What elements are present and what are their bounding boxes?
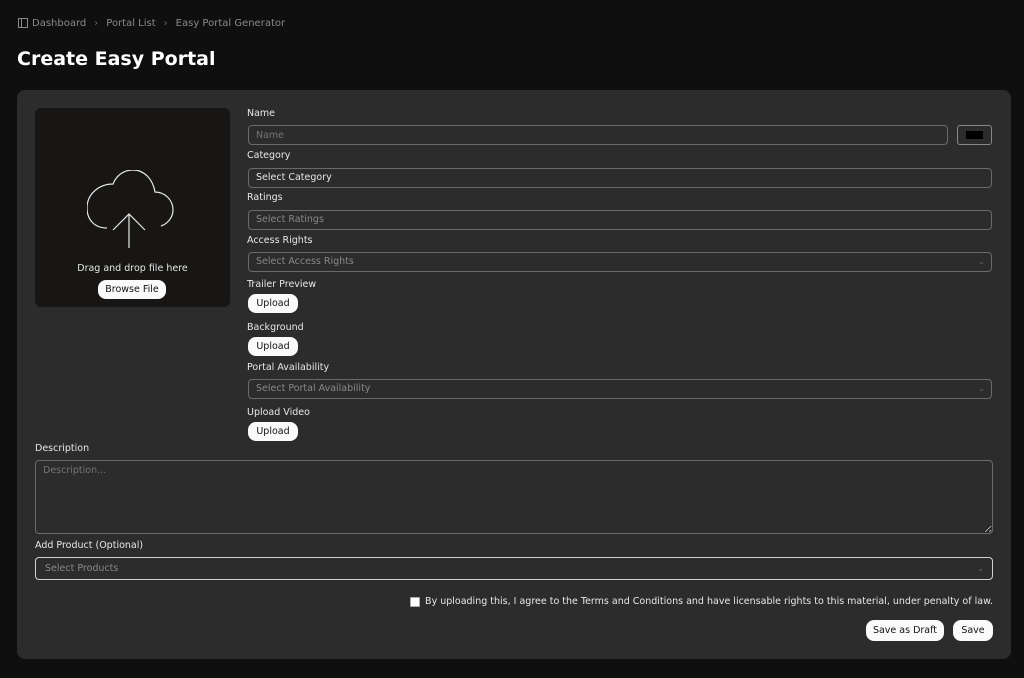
save-button[interactable]: Save — [953, 620, 993, 641]
background-label: Background — [247, 322, 304, 333]
name-label: Name — [247, 108, 276, 119]
breadcrumb: Dashboard › Portal List › Easy Portal Ge… — [18, 16, 285, 30]
color-picker[interactable] — [957, 125, 992, 145]
create-portal-form: Drag and drop file here Browse File Name… — [17, 90, 1011, 659]
sidebar-toggle-icon[interactable] — [18, 18, 28, 28]
access-rights-label: Access Rights — [247, 235, 313, 246]
color-swatch-value — [966, 131, 983, 139]
ratings-select[interactable]: Select Ratings — [248, 210, 992, 230]
chevron-down-icon: ⌄ — [977, 564, 984, 573]
page-title: Create Easy Portal — [17, 48, 216, 70]
name-input[interactable] — [248, 125, 948, 145]
browse-file-button[interactable]: Browse File — [98, 280, 166, 299]
portal-availability-placeholder: Select Portal Availability — [256, 383, 371, 394]
portal-availability-label: Portal Availability — [247, 362, 330, 373]
category-select[interactable]: Select Category — [248, 168, 992, 188]
upload-video-label: Upload Video — [247, 407, 310, 418]
video-upload-button[interactable]: Upload — [248, 422, 298, 441]
save-draft-button[interactable]: Save as Draft — [866, 620, 944, 641]
products-placeholder: Select Products — [45, 563, 119, 574]
breadcrumb-item-portal-list[interactable]: Portal List — [106, 18, 155, 29]
category-label: Category — [247, 150, 291, 161]
access-rights-select[interactable]: Select Access Rights ⌄ — [248, 252, 992, 272]
breadcrumb-item-current: Easy Portal Generator — [175, 17, 286, 29]
add-product-label: Add Product (Optional) — [35, 540, 144, 551]
trailer-preview-label: Trailer Preview — [247, 279, 317, 290]
category-select-value: Select Category — [256, 172, 332, 183]
breadcrumb-item-dashboard[interactable]: Dashboard — [32, 18, 86, 29]
file-dropzone[interactable]: Drag and drop file here Browse File — [35, 108, 230, 307]
ratings-placeholder: Select Ratings — [256, 214, 324, 225]
description-label: Description — [35, 443, 90, 454]
portal-availability-select[interactable]: Select Portal Availability ⌄ — [248, 379, 992, 399]
terms-text: By uploading this, I agree to the Terms … — [425, 596, 993, 607]
description-textarea[interactable] — [35, 460, 993, 534]
products-select[interactable]: Select Products ⌄ — [35, 557, 993, 580]
trailer-upload-button[interactable]: Upload — [248, 294, 298, 313]
breadcrumb-separator-icon: › — [163, 17, 168, 29]
terms-checkbox[interactable] — [410, 596, 421, 607]
dropzone-hint: Drag and drop file here — [77, 263, 188, 274]
ratings-label: Ratings — [247, 192, 283, 203]
terms-agreement: By uploading this, I agree to the Terms … — [410, 596, 993, 607]
breadcrumb-separator-icon: › — [94, 17, 99, 29]
access-rights-placeholder: Select Access Rights — [256, 256, 354, 267]
chevron-down-icon: ⌄ — [978, 257, 985, 266]
background-upload-button[interactable]: Upload — [248, 337, 298, 356]
chevron-down-icon: ⌄ — [978, 384, 985, 393]
cloud-upload-icon — [87, 170, 174, 248]
